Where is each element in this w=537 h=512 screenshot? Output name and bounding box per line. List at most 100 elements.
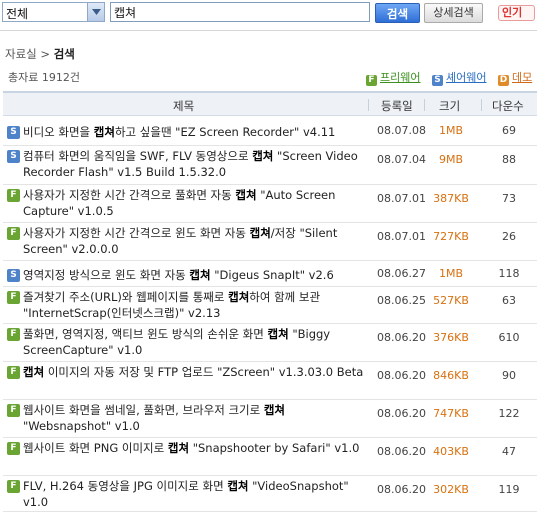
result-date: 08.06.20: [377, 407, 426, 420]
result-downloads: 610: [498, 331, 520, 344]
title-text: 컴퓨터 화면의 움직임을 SWF, FLV 동영상으로: [23, 149, 253, 163]
title-keyword: 캡쳐: [235, 188, 257, 202]
column-title: 제목: [173, 99, 195, 113]
title-text: 사용자가 지정한 시간 간격으로 풀화면 자동: [23, 188, 236, 202]
table-header: 제목 등록일 크기 다운수: [3, 91, 537, 116]
table-row: F 캡쳐 이미지의 자동 저장 및 FTP 업로드 "ZScreen" v1.3.…: [3, 362, 537, 400]
table-row: S 영역지정 방식으로 윈도 화면 자동 캡쳐 "Digeus SnapIt" v…: [3, 261, 537, 287]
result-date: 08.07.01: [377, 192, 426, 205]
title-keyword: 캡쳐: [252, 149, 274, 163]
title-text: FLV, H.264 동영상을 JPG 이미지로 화면: [23, 479, 228, 493]
result-date: 08.07.01: [377, 230, 426, 243]
title-text: 이미지의 자동 저장 및 FTP 업로드 "ZScreen" v1.3.03.0…: [44, 365, 364, 379]
shareware-icon: S: [7, 126, 20, 139]
shareware-icon: S: [7, 150, 20, 163]
filter-shareware-label: 셰어웨어: [445, 71, 487, 84]
result-size: 727KB: [433, 230, 469, 243]
table-row: F 웹사이트 화면을 썸네일, 풀화면, 브라우저 크기로 캡쳐 "Websnap…: [3, 400, 537, 438]
filter-demo[interactable]: D 데모: [497, 69, 533, 86]
result-downloads: 69: [502, 124, 516, 137]
table-row: F 웹사이트 화면 PNG 이미지로 캡쳐 "Snapshooter by Saf…: [3, 438, 537, 476]
title-keyword: 캡쳐: [189, 268, 211, 282]
result-downloads: 88: [502, 153, 516, 166]
result-title-link[interactable]: FLV, H.264 동영상을 JPG 이미지로 화면 캡쳐 "VideoSna…: [23, 478, 373, 510]
result-downloads: 122: [498, 407, 520, 420]
result-title-link[interactable]: 즐겨찾기 주소(URL)와 웹페이지를 통째로 캡쳐하여 함께 보관 "Inte…: [23, 289, 373, 321]
title-text: 웹사이트 화면을 썸네일, 풀화면, 브라우저 크기로: [23, 403, 264, 417]
filter-shareware[interactable]: S 셰어웨어: [431, 69, 487, 86]
column-divider: [368, 99, 369, 111]
shareware-icon: S: [7, 269, 20, 282]
freeware-icon: F: [7, 189, 20, 202]
result-title-link[interactable]: 웹사이트 화면을 썸네일, 풀화면, 브라우저 크기로 캡쳐 "Websnaps…: [23, 402, 373, 434]
table-row: F 사용자가 지정한 시간 간격으로 윈도 화면 자동 캡쳐/저장 "Silent…: [3, 223, 537, 261]
result-date: 08.06.20: [377, 331, 426, 344]
filter-freeware-label: 프리웨어: [380, 71, 421, 84]
total-count: 총자료 1912건: [8, 71, 80, 84]
breadcrumb-current: 검색: [53, 47, 75, 61]
result-title-link[interactable]: 풀화면, 영역지정, 액티브 윈도 방식의 손쉬운 화면 캡쳐 "Biggy S…: [23, 326, 373, 358]
freeware-icon: F: [7, 480, 20, 493]
column-divider: [424, 99, 425, 111]
title-keyword: 캡쳐: [249, 226, 271, 240]
divider: [0, 30, 537, 31]
result-date: 08.06.27: [377, 267, 426, 280]
result-title-link[interactable]: 컴퓨터 화면의 움직임을 SWF, FLV 동영상으로 캡쳐 "Screen V…: [23, 148, 373, 180]
result-title-link[interactable]: 웹사이트 화면 PNG 이미지로 캡쳐 "Snapshooter by Safa…: [23, 440, 373, 456]
result-size: 1MB: [438, 124, 464, 137]
table-row: S 컴퓨터 화면의 움직임을 SWF, FLV 동영상으로 캡쳐 "Screen …: [3, 146, 537, 185]
title-text: 영역지정 방식으로 윈도 화면 자동: [23, 268, 190, 282]
result-downloads: 63: [502, 294, 516, 307]
column-date: 등록일: [381, 99, 413, 113]
result-date: 08.06.20: [377, 445, 426, 458]
title-text: "Digeus SnapIt" v2.6: [210, 268, 334, 282]
result-title-link[interactable]: 사용자가 지정한 시간 간격으로 풀화면 자동 캡쳐 "Auto Screen …: [23, 187, 373, 219]
result-date: 08.07.08: [377, 124, 426, 137]
scope-select[interactable]: 전체: [2, 2, 105, 22]
result-title-link[interactable]: 영역지정 방식으로 윈도 화면 자동 캡쳐 "Digeus SnapIt" v2…: [23, 267, 373, 283]
result-date: 08.07.04: [377, 153, 426, 166]
result-title-link[interactable]: 사용자가 지정한 시간 간격으로 윈도 화면 자동 캡쳐/저장 "Silent …: [23, 225, 373, 257]
license-filters: F 프리웨어 S 셰어웨어 D 데모: [366, 69, 537, 86]
result-size: 387KB: [433, 192, 469, 205]
title-keyword: 캡쳐: [263, 403, 286, 417]
search-input[interactable]: [110, 2, 370, 22]
result-size: 846KB: [433, 369, 469, 382]
filter-demo-label: 데모: [511, 71, 533, 84]
result-downloads: 119: [498, 483, 520, 496]
result-size: 1MB: [438, 267, 464, 280]
result-downloads: 73: [502, 192, 516, 205]
freeware-icon: F: [7, 442, 20, 455]
search-button[interactable]: 검색: [375, 3, 420, 23]
scope-select-value: 전체: [6, 7, 29, 21]
table-row: F FLV, H.264 동영상을 JPG 이미지로 화면 캡쳐 "VideoSn…: [3, 476, 537, 512]
breadcrumb-parent[interactable]: 자료실 >: [5, 47, 50, 61]
popular-tag[interactable]: 인기: [498, 5, 535, 21]
result-size: 376KB: [433, 331, 469, 344]
column-divider: [481, 99, 482, 111]
title-keyword: 캡쳐: [167, 441, 190, 455]
result-title-link[interactable]: 비디오 화면을 캡쳐하고 싶을땐 "EZ Screen Recorder" v4…: [23, 124, 373, 140]
column-downloads: 다운수: [492, 99, 524, 113]
freeware-icon: F: [7, 227, 20, 240]
freeware-icon: F: [7, 328, 20, 341]
result-size: 747KB: [433, 407, 469, 420]
freeware-icon: F: [7, 366, 20, 379]
title-keyword: 캡쳐: [227, 479, 249, 493]
chevron-down-icon[interactable]: [87, 3, 104, 21]
result-size: 527KB: [433, 294, 469, 307]
result-downloads: 26: [502, 230, 516, 243]
title-text: 비디오 화면을: [23, 125, 94, 139]
result-downloads: 90: [502, 369, 516, 382]
advanced-search-button[interactable]: 상세검색: [424, 3, 483, 23]
title-text: "Websnapshot" v1.0: [23, 419, 140, 433]
title-keyword: 캡쳐: [228, 290, 250, 304]
title-keyword: 캡쳐: [93, 125, 115, 139]
title-text: 웹사이트 화면 PNG 이미지로: [23, 441, 168, 455]
title-text: "Snapshooter by Safari" v1.0: [189, 441, 360, 455]
search-bar: 전체 검색 상세검색 인기: [0, 0, 537, 28]
title-text: 하고 싶을땐 "EZ Screen Recorder" v4.11: [114, 125, 336, 139]
filter-freeware[interactable]: F 프리웨어: [366, 69, 420, 86]
result-size: 403KB: [433, 445, 469, 458]
result-title-link[interactable]: 캡쳐 이미지의 자동 저장 및 FTP 업로드 "ZScreen" v1.3.0…: [23, 364, 373, 380]
